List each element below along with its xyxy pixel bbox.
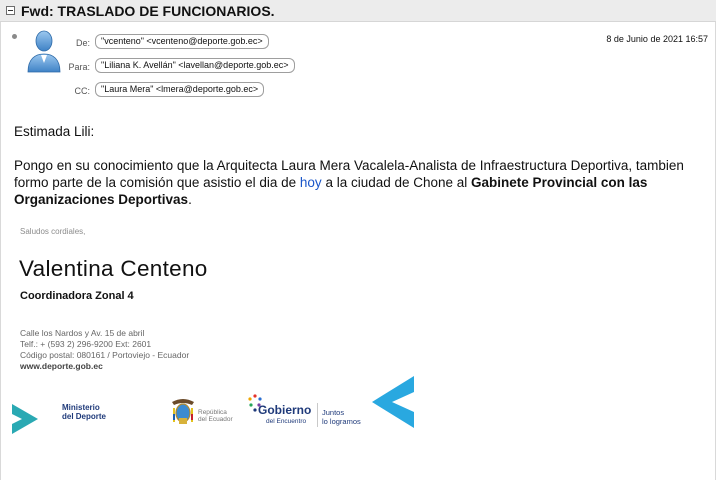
juntos-logo-line2: lo logramos (322, 417, 361, 426)
status-dot-icon (12, 34, 17, 39)
email-subject: Fwd: TRASLADO DE FUNCIONARIOS. (21, 2, 275, 19)
from-address-pill[interactable]: "vcenteno" <vcenteno@deporte.gob.ec> (95, 34, 269, 49)
ministerio-logo-line2: del Deporte (62, 412, 107, 421)
gobierno-logo-line2: del Encuentro (266, 418, 307, 425)
ministerio-chevron-icon (12, 404, 38, 434)
cc-label: CC: (74, 86, 91, 96)
logo-divider (317, 403, 318, 427)
message-title-bar: Fwd: TRASLADO DE FUNCIONARIOS. (0, 0, 716, 22)
logos-banner: Ministerio del Deporte República del Ecu… (12, 374, 416, 434)
signature-role: Coordinadora Zonal 4 (20, 290, 134, 302)
paragraph-text-2: a la ciudad de Chone al (321, 175, 472, 190)
email-greeting: Estimada Lili: (14, 124, 95, 139)
signature-phone: Telf.: + (593 2) 296-9200 Ext: 2601 (20, 339, 152, 349)
hoy-link[interactable]: hoy (300, 175, 322, 190)
juntos-logo-line1: Juntos (322, 408, 345, 417)
paragraph-end: . (188, 192, 192, 207)
signature-greeting: Saludos cordiales, (20, 227, 86, 236)
ecuador-coat-of-arms-icon (172, 399, 194, 424)
email-paragraph: Pongo en su conocimiento que la Arquitec… (14, 157, 704, 208)
signature-postal: Código postal: 080161 / Portoviejo - Ecu… (20, 350, 190, 360)
to-address-pill[interactable]: "Liliana K. Avellán" <lavellan@deporte.g… (95, 58, 295, 73)
signature-name: Valentina Centeno (19, 256, 208, 281)
republica-logo-line2: del Ecuador (198, 416, 233, 423)
signature-address-line: Calle los Nardos y Av. 15 de abril (20, 328, 145, 338)
ministerio-logo-line1: Ministerio (62, 403, 100, 412)
frame-border-left (0, 22, 1, 480)
email-date: 8 de Junio de 2021 16:57 (606, 34, 708, 44)
cc-address-pill[interactable]: "Laura Mera" <lmera@deporte.gob.ec> (95, 82, 265, 97)
signature-website[interactable]: www.deporte.gob.ec (20, 361, 103, 371)
gobierno-logo-line1: Gobierno (258, 403, 312, 417)
collapse-icon[interactable] (6, 6, 15, 15)
to-label: Para: (68, 62, 90, 72)
cyan-chevron-icon (372, 376, 414, 428)
from-label: De: (75, 38, 90, 48)
